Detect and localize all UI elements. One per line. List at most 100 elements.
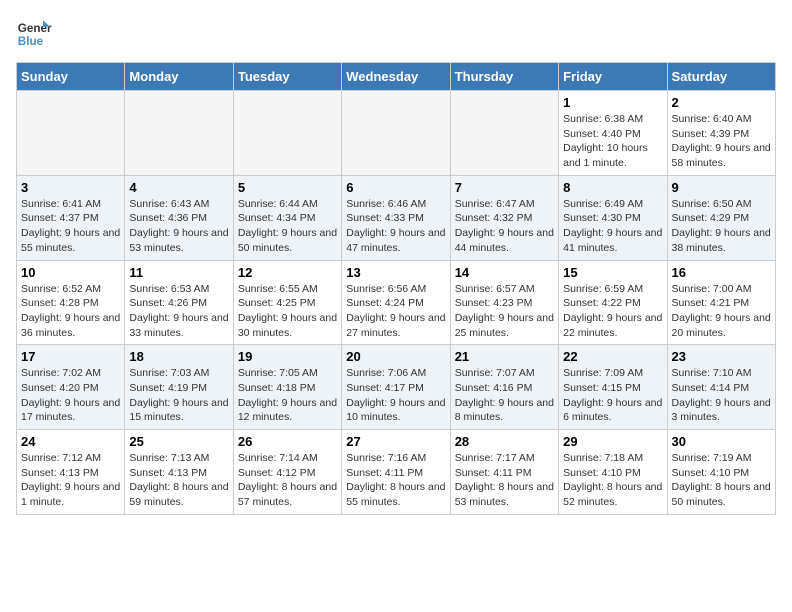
day-number: 5 [238,180,337,195]
calendar-cell: 7 Sunrise: 6:47 AM Sunset: 4:32 PM Daylig… [450,175,558,260]
day-number: 4 [129,180,228,195]
day-detail: Sunrise: 7:02 AM Sunset: 4:20 PM Dayligh… [21,366,120,425]
calendar-cell: 10 Sunrise: 6:52 AM Sunset: 4:28 PM Dayli… [17,260,125,345]
calendar-cell [233,91,341,176]
calendar-table: SundayMondayTuesdayWednesdayThursdayFrid… [16,62,776,515]
header-wednesday: Wednesday [342,63,450,91]
day-detail: Sunrise: 6:47 AM Sunset: 4:32 PM Dayligh… [455,197,554,256]
calendar-cell: 2Sunrise: 6:40 AM Sunset: 4:39 PM Daylig… [667,91,775,176]
header-friday: Friday [559,63,667,91]
day-number: 11 [129,265,228,280]
calendar-cell: 6 Sunrise: 6:46 AM Sunset: 4:33 PM Daylig… [342,175,450,260]
calendar-cell [17,91,125,176]
day-number: 7 [455,180,554,195]
calendar-header-row: SundayMondayTuesdayWednesdayThursdayFrid… [17,63,776,91]
header-monday: Monday [125,63,233,91]
calendar-cell: 23Sunrise: 7:10 AM Sunset: 4:14 PM Dayli… [667,345,775,430]
day-detail: Sunrise: 6:43 AM Sunset: 4:36 PM Dayligh… [129,197,228,256]
day-detail: Sunrise: 7:00 AM Sunset: 4:21 PM Dayligh… [672,282,771,341]
calendar-cell: 30Sunrise: 7:19 AM Sunset: 4:10 PM Dayli… [667,430,775,515]
calendar-cell: 1Sunrise: 6:38 AM Sunset: 4:40 PM Daylig… [559,91,667,176]
calendar-cell: 29 Sunrise: 7:18 AM Sunset: 4:10 PM Dayli… [559,430,667,515]
calendar-cell: 15 Sunrise: 6:59 AM Sunset: 4:22 PM Dayli… [559,260,667,345]
day-detail: Sunrise: 6:41 AM Sunset: 4:37 PM Dayligh… [21,197,120,256]
calendar-cell: 5 Sunrise: 6:44 AM Sunset: 4:34 PM Daylig… [233,175,341,260]
day-number: 27 [346,434,445,449]
day-detail: Sunrise: 7:18 AM Sunset: 4:10 PM Dayligh… [563,451,662,510]
logo: General Blue [16,16,56,52]
calendar-cell: 24 Sunrise: 7:12 AM Sunset: 4:13 PM Dayli… [17,430,125,515]
day-number: 16 [672,265,771,280]
day-number: 22 [563,349,662,364]
calendar-cell: 25 Sunrise: 7:13 AM Sunset: 4:13 PM Dayli… [125,430,233,515]
day-detail: Sunrise: 7:06 AM Sunset: 4:17 PM Dayligh… [346,366,445,425]
calendar-cell: 26 Sunrise: 7:14 AM Sunset: 4:12 PM Dayli… [233,430,341,515]
calendar-cell: 8Sunrise: 6:49 AM Sunset: 4:30 PM Daylig… [559,175,667,260]
day-number: 25 [129,434,228,449]
day-number: 15 [563,265,662,280]
day-number: 29 [563,434,662,449]
day-number: 17 [21,349,120,364]
header-sunday: Sunday [17,63,125,91]
day-number: 24 [21,434,120,449]
calendar-cell: 4 Sunrise: 6:43 AM Sunset: 4:36 PM Daylig… [125,175,233,260]
calendar-cell: 22 Sunrise: 7:09 AM Sunset: 4:15 PM Dayli… [559,345,667,430]
day-number: 18 [129,349,228,364]
day-detail: Sunrise: 6:52 AM Sunset: 4:28 PM Dayligh… [21,282,120,341]
calendar-cell: 13 Sunrise: 6:56 AM Sunset: 4:24 PM Dayli… [342,260,450,345]
day-number: 10 [21,265,120,280]
header-thursday: Thursday [450,63,558,91]
calendar-week-4: 17 Sunrise: 7:02 AM Sunset: 4:20 PM Dayli… [17,345,776,430]
calendar-cell: 3Sunrise: 6:41 AM Sunset: 4:37 PM Daylig… [17,175,125,260]
logo-icon: General Blue [16,16,52,52]
day-number: 20 [346,349,445,364]
header-tuesday: Tuesday [233,63,341,91]
calendar-cell: 14Sunrise: 6:57 AM Sunset: 4:23 PM Dayli… [450,260,558,345]
calendar-cell: 19 Sunrise: 7:05 AM Sunset: 4:18 PM Dayli… [233,345,341,430]
calendar-week-1: 1Sunrise: 6:38 AM Sunset: 4:40 PM Daylig… [17,91,776,176]
day-number: 13 [346,265,445,280]
day-number: 12 [238,265,337,280]
calendar-cell: 20 Sunrise: 7:06 AM Sunset: 4:17 PM Dayli… [342,345,450,430]
calendar-cell: 9 Sunrise: 6:50 AM Sunset: 4:29 PM Daylig… [667,175,775,260]
day-detail: Sunrise: 7:19 AM Sunset: 4:10 PM Dayligh… [672,451,771,510]
calendar-cell: 18 Sunrise: 7:03 AM Sunset: 4:19 PM Dayli… [125,345,233,430]
day-detail: Sunrise: 7:05 AM Sunset: 4:18 PM Dayligh… [238,366,337,425]
day-detail: Sunrise: 6:59 AM Sunset: 4:22 PM Dayligh… [563,282,662,341]
day-detail: Sunrise: 6:50 AM Sunset: 4:29 PM Dayligh… [672,197,771,256]
header: General Blue [16,16,776,52]
day-detail: Sunrise: 7:16 AM Sunset: 4:11 PM Dayligh… [346,451,445,510]
day-number: 14 [455,265,554,280]
day-detail: Sunrise: 6:56 AM Sunset: 4:24 PM Dayligh… [346,282,445,341]
day-detail: Sunrise: 7:13 AM Sunset: 4:13 PM Dayligh… [129,451,228,510]
day-detail: Sunrise: 6:38 AM Sunset: 4:40 PM Dayligh… [563,112,662,171]
day-detail: Sunrise: 7:07 AM Sunset: 4:16 PM Dayligh… [455,366,554,425]
day-number: 2 [672,95,771,110]
calendar-week-3: 10 Sunrise: 6:52 AM Sunset: 4:28 PM Dayli… [17,260,776,345]
day-number: 6 [346,180,445,195]
calendar-cell [125,91,233,176]
calendar-cell [450,91,558,176]
day-number: 26 [238,434,337,449]
day-detail: Sunrise: 6:46 AM Sunset: 4:33 PM Dayligh… [346,197,445,256]
day-number: 21 [455,349,554,364]
day-detail: Sunrise: 7:14 AM Sunset: 4:12 PM Dayligh… [238,451,337,510]
day-detail: Sunrise: 6:49 AM Sunset: 4:30 PM Dayligh… [563,197,662,256]
day-detail: Sunrise: 6:55 AM Sunset: 4:25 PM Dayligh… [238,282,337,341]
day-detail: Sunrise: 6:53 AM Sunset: 4:26 PM Dayligh… [129,282,228,341]
day-number: 9 [672,180,771,195]
calendar-week-5: 24 Sunrise: 7:12 AM Sunset: 4:13 PM Dayli… [17,430,776,515]
day-detail: Sunrise: 7:03 AM Sunset: 4:19 PM Dayligh… [129,366,228,425]
svg-text:Blue: Blue [18,35,44,48]
day-number: 19 [238,349,337,364]
day-detail: Sunrise: 7:09 AM Sunset: 4:15 PM Dayligh… [563,366,662,425]
header-saturday: Saturday [667,63,775,91]
day-detail: Sunrise: 6:44 AM Sunset: 4:34 PM Dayligh… [238,197,337,256]
calendar-cell: 28Sunrise: 7:17 AM Sunset: 4:11 PM Dayli… [450,430,558,515]
calendar-week-2: 3Sunrise: 6:41 AM Sunset: 4:37 PM Daylig… [17,175,776,260]
calendar-cell: 16 Sunrise: 7:00 AM Sunset: 4:21 PM Dayli… [667,260,775,345]
calendar-cell: 11 Sunrise: 6:53 AM Sunset: 4:26 PM Dayli… [125,260,233,345]
day-detail: Sunrise: 7:17 AM Sunset: 4:11 PM Dayligh… [455,451,554,510]
day-detail: Sunrise: 7:12 AM Sunset: 4:13 PM Dayligh… [21,451,120,510]
day-detail: Sunrise: 7:10 AM Sunset: 4:14 PM Dayligh… [672,366,771,425]
